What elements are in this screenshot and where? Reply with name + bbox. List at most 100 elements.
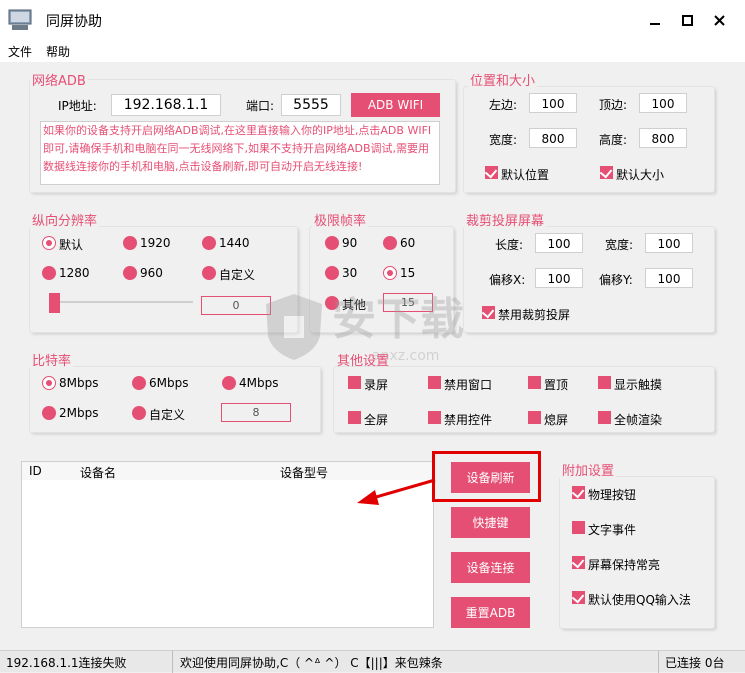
default-position-label: 默认位置 — [501, 168, 550, 182]
column-device-name[interactable]: 设备名 — [80, 464, 116, 481]
disable-window-checkbox[interactable] — [428, 376, 441, 389]
minimize-icon — [650, 23, 660, 25]
disable-controls-label: 禁用控件 — [444, 413, 493, 427]
bitrate-2mbps-label: 2Mbps — [59, 406, 99, 420]
show-touch-checkbox[interactable] — [598, 376, 611, 389]
resolution-1920-label: 1920 — [140, 236, 171, 250]
screen-off-checkbox[interactable] — [528, 411, 541, 424]
connect-device-button[interactable]: 设备连接 — [451, 552, 530, 583]
resolution-1440-radio[interactable] — [202, 236, 216, 250]
resolution-custom-radio[interactable] — [202, 266, 216, 280]
resolution-slider-track[interactable] — [50, 301, 193, 303]
fps-15-label: 15 — [400, 266, 416, 280]
width-label: 宽度: — [489, 133, 518, 147]
on-top-checkbox[interactable] — [528, 376, 541, 389]
bitrate-custom-radio[interactable] — [132, 406, 146, 420]
watermark-text: 安下载 — [332, 294, 464, 345]
fullscreen-label: 全屏 — [364, 413, 389, 427]
ip-label: IP地址: — [58, 99, 97, 113]
fps-60-radio[interactable] — [383, 236, 397, 250]
resolution-1280-radio[interactable] — [42, 266, 56, 280]
close-icon — [713, 14, 725, 26]
record-label: 录屏 — [364, 378, 389, 392]
default-size-checkbox[interactable] — [600, 166, 613, 179]
ip-input[interactable]: 192.168.1.1 — [111, 94, 221, 116]
reset-adb-button[interactable]: 重置ADB — [451, 597, 530, 628]
bitrate-4mbps-label: 4Mbps — [239, 376, 279, 390]
width-input[interactable]: 800 — [529, 128, 577, 148]
minimize-button[interactable] — [640, 6, 670, 34]
default-position-checkbox[interactable] — [485, 166, 498, 179]
fps-30-radio[interactable] — [325, 266, 339, 280]
qq-input-label: 默认使用QQ输入法 — [588, 593, 691, 607]
shield-icon — [266, 294, 322, 360]
maximize-button[interactable] — [672, 6, 702, 34]
bitrate-6mbps-radio[interactable] — [132, 376, 146, 390]
column-id[interactable]: ID — [29, 464, 42, 478]
position-title: 位置和大小 — [468, 74, 538, 89]
crop-length-input[interactable]: 100 — [535, 233, 583, 253]
disable-controls-checkbox[interactable] — [428, 411, 441, 424]
port-input[interactable]: 5555 — [281, 94, 341, 116]
top-label: 顶边: — [599, 98, 628, 112]
fps-90-radio[interactable] — [325, 236, 339, 250]
bitrate-4mbps-radio[interactable] — [222, 376, 236, 390]
full-frame-render-checkbox[interactable] — [598, 411, 611, 424]
device-count: 已连接 0台 — [665, 656, 725, 670]
disable-crop-checkbox[interactable] — [482, 306, 495, 319]
bitrate-8mbps-label: 8Mbps — [59, 376, 99, 390]
resolution-960-radio[interactable] — [123, 266, 137, 280]
resolution-default-label: 默认 — [59, 238, 84, 252]
physical-buttons-label: 物理按钮 — [588, 488, 637, 502]
menu-bar: 文件 帮助 — [0, 40, 745, 62]
left-input[interactable]: 100 — [529, 93, 577, 113]
qq-input-checkbox[interactable] — [572, 591, 585, 604]
fps-title: 极限帧率 — [312, 214, 369, 229]
crop-offset-x-input[interactable]: 100 — [535, 268, 583, 288]
full-frame-render-label: 全帧渲染 — [614, 413, 663, 427]
fps-15-radio[interactable] — [383, 266, 397, 280]
crop-title: 裁剪投屏屏幕 — [464, 214, 547, 229]
resolution-slider-value[interactable]: 0 — [201, 296, 271, 315]
text-events-checkbox[interactable] — [572, 521, 585, 534]
menu-help[interactable]: 帮助 — [46, 43, 70, 60]
screen-off-label: 熄屏 — [544, 413, 569, 427]
bitrate-6mbps-label: 6Mbps — [149, 376, 189, 390]
extra-settings-title: 附加设置 — [560, 464, 617, 479]
fps-90-label: 90 — [342, 236, 358, 250]
shortcut-button[interactable]: 快捷键 — [451, 507, 530, 538]
bitrate-title: 比特率 — [30, 354, 74, 369]
fps-30-label: 30 — [342, 266, 358, 280]
bitrate-custom-label: 自定义 — [149, 408, 186, 422]
physical-buttons-checkbox[interactable] — [572, 486, 585, 499]
port-label: 端口: — [246, 99, 275, 113]
bitrate-2mbps-radio[interactable] — [42, 406, 56, 420]
default-size-label: 默认大小 — [616, 168, 665, 182]
crop-offset-y-input[interactable]: 100 — [645, 268, 693, 288]
window-title: 同屏协助 — [46, 14, 102, 30]
crop-width-input[interactable]: 100 — [645, 233, 693, 253]
left-label: 左边: — [489, 98, 518, 112]
network-notice: 如果你的设备支持开启网络ADB调试,在这里直接输入你的IP地址,点击ADB WI… — [40, 121, 440, 185]
resolution-title: 纵向分辨率 — [30, 214, 100, 229]
height-input[interactable]: 800 — [639, 128, 687, 148]
record-checkbox[interactable] — [348, 376, 361, 389]
network-adb-title: 网络ADB — [30, 74, 88, 89]
crop-width-label: 宽度: — [605, 238, 634, 252]
fullscreen-checkbox[interactable] — [348, 411, 361, 424]
column-device-model[interactable]: 设备型号 — [280, 464, 328, 481]
menu-file[interactable]: 文件 — [8, 43, 32, 60]
close-button[interactable] — [704, 6, 734, 34]
resolution-default-radio[interactable] — [42, 236, 56, 250]
bitrate-8mbps-radio[interactable] — [42, 376, 56, 390]
refresh-devices-button[interactable]: 设备刷新 — [451, 462, 530, 493]
adb-wifi-button[interactable]: ADB WIFI — [351, 93, 440, 117]
app-icon — [8, 9, 32, 30]
resolution-slider-handle[interactable] — [49, 293, 60, 313]
resolution-1920-radio[interactable] — [123, 236, 137, 250]
keep-screen-on-checkbox[interactable] — [572, 556, 585, 569]
connection-status: 192.168.1.1连接失败 — [6, 656, 127, 670]
top-input[interactable]: 100 — [639, 93, 687, 113]
resolution-1440-label: 1440 — [219, 236, 250, 250]
bitrate-custom-value[interactable]: 8 — [221, 403, 291, 422]
